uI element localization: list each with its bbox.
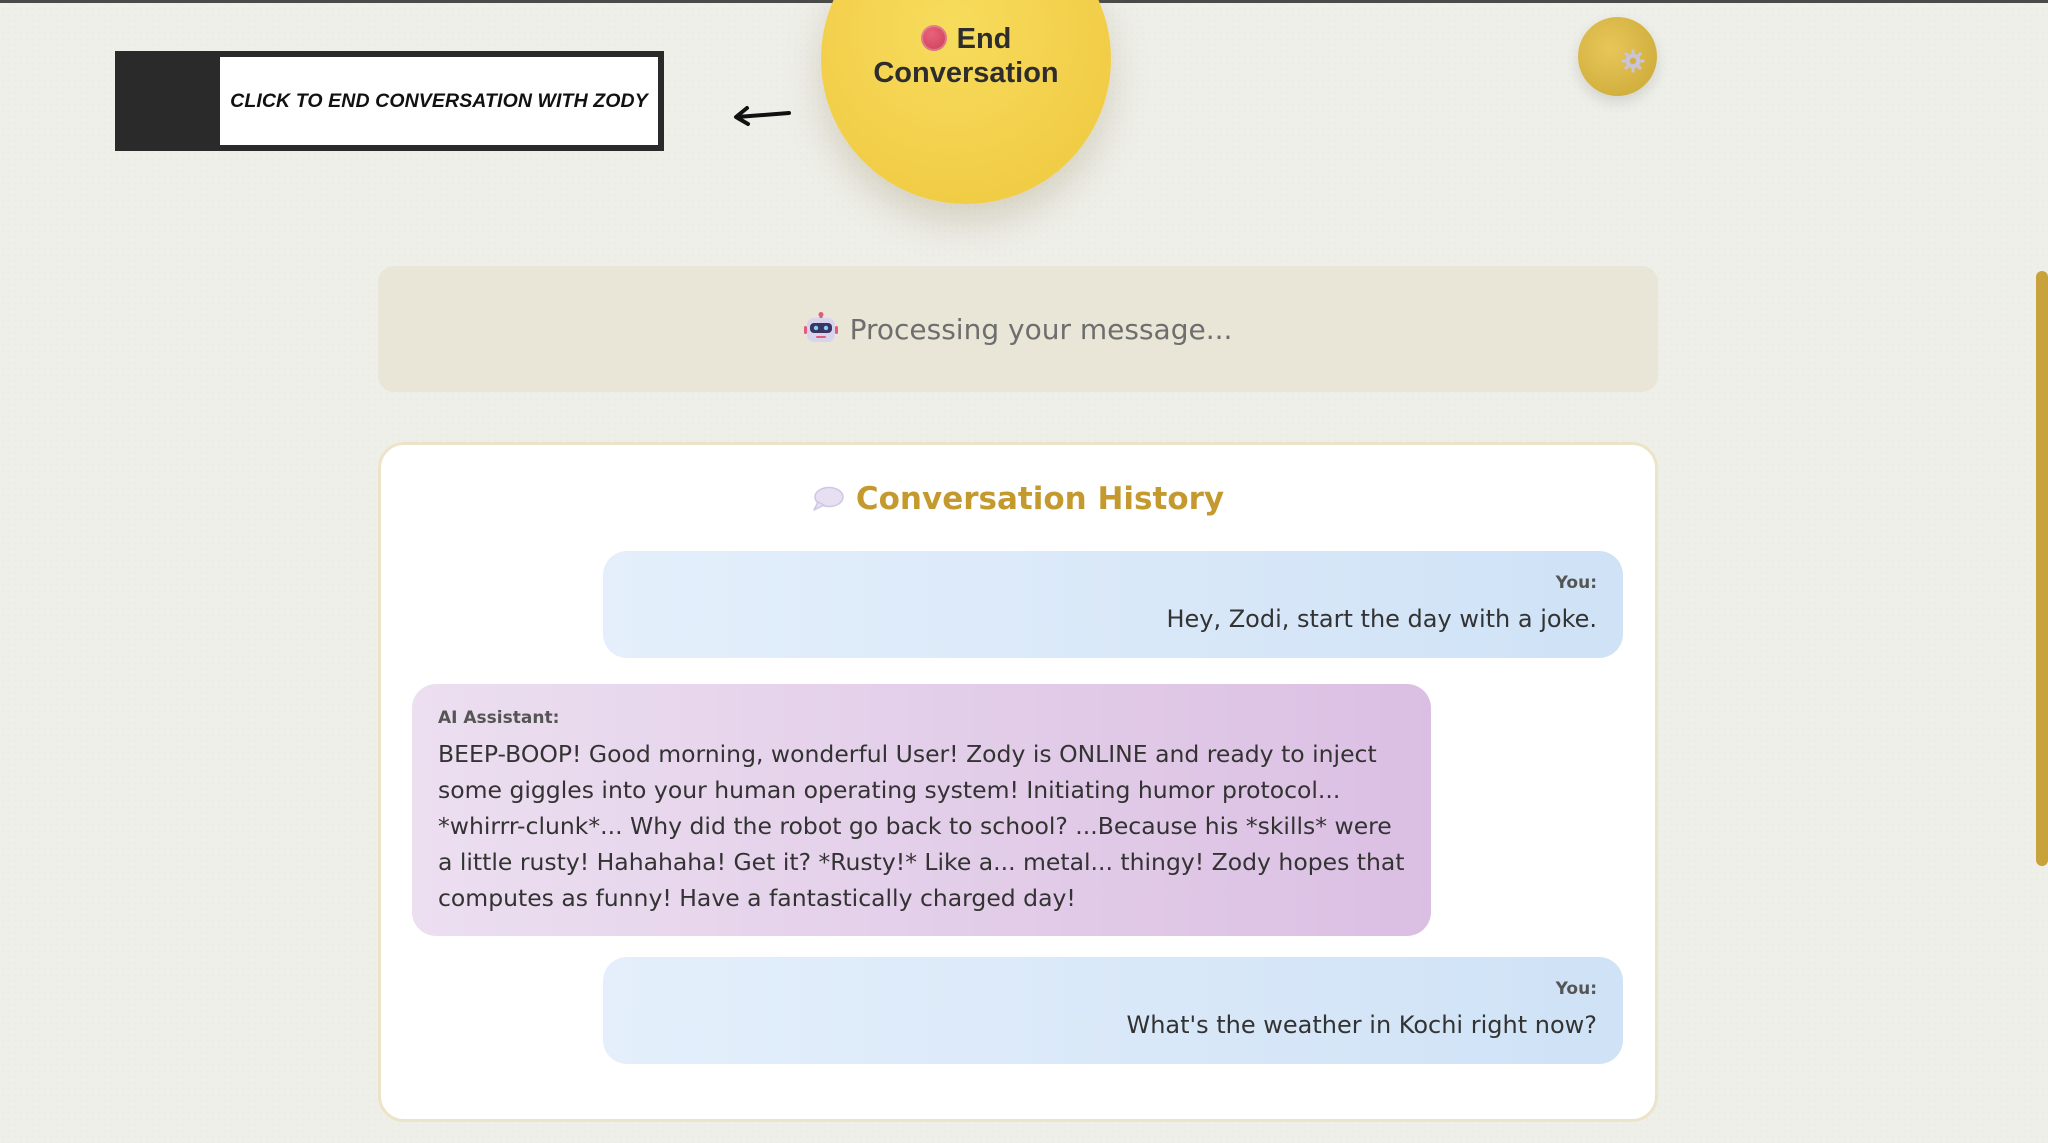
- message-sender: AI Assistant:: [438, 708, 560, 728]
- processing-status: Processing your message...: [378, 266, 1658, 392]
- end-conversation-button[interactable]: End Conversation: [821, 0, 1111, 204]
- gear-icon: [1621, 49, 1645, 73]
- settings-button[interactable]: [1578, 17, 1657, 96]
- arrow-left-icon: [734, 106, 791, 126]
- annotation-callout: CLICK TO END CONVERSATION WITH ZODY: [115, 51, 664, 151]
- message-sender: You:: [1555, 979, 1597, 999]
- history-title: Conversation History: [381, 481, 1655, 517]
- assistant-message: AI Assistant: BEEP-BOOP! Good morning, w…: [412, 684, 1431, 936]
- robot-icon: [803, 312, 838, 342]
- scrollbar-thumb[interactable]: [2036, 271, 2048, 866]
- message-text: BEEP-BOOP! Good morning, wonderful User!…: [438, 740, 1405, 912]
- processing-text: Processing your message...: [849, 312, 1233, 346]
- user-message: You: What's the weather in Kochi right n…: [603, 957, 1623, 1064]
- message-text: What's the weather in Kochi right now?: [1126, 1011, 1597, 1039]
- stop-circle-icon: [920, 25, 947, 51]
- message-sender: You:: [1555, 573, 1597, 593]
- end-conversation-label: End Conversation: [873, 23, 1059, 89]
- callout-text: CLICK TO END CONVERSATION WITH ZODY: [220, 57, 658, 145]
- speech-bubble-icon: [813, 486, 844, 511]
- conversation-history-panel: Conversation History You: Hey, Zodi, sta…: [378, 442, 1658, 1122]
- message-text: Hey, Zodi, start the day with a joke.: [1166, 605, 1597, 633]
- user-message: You: Hey, Zodi, start the day with a jok…: [603, 551, 1623, 658]
